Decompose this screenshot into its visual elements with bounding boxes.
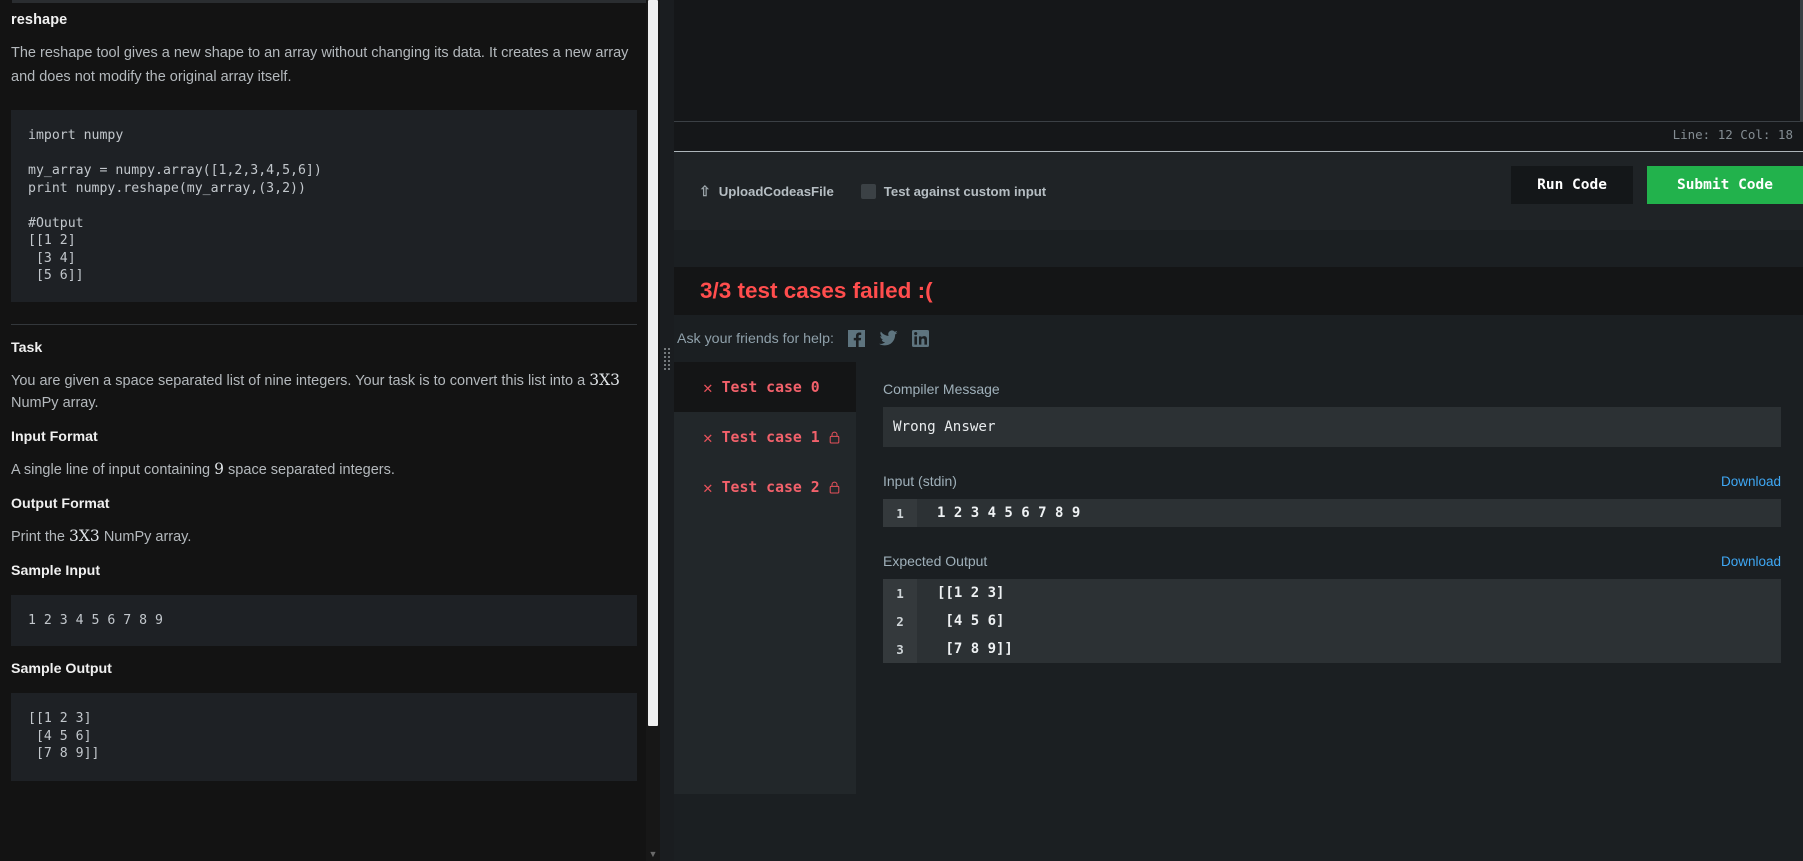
input-stdin-header: Input (stdin) Download: [883, 473, 1781, 489]
problem-description: The reshape tool gives a new shape to an…: [11, 45, 629, 85]
test-case-0[interactable]: ✕ Test case 0: [674, 362, 856, 412]
sample-output-heading: Sample Output: [11, 661, 112, 677]
scrollbar-thumb[interactable]: [648, 0, 658, 726]
code-line: 1 1 2 3 4 5 6 7 8 9: [883, 499, 1781, 527]
scroll-down-arrow-icon[interactable]: ▼: [646, 847, 660, 861]
task-dimension: 3X3: [589, 370, 620, 389]
test-case-label: Test case 1: [721, 428, 820, 446]
run-code-button[interactable]: Run Code: [1511, 166, 1633, 204]
output-format-b: NumPy array.: [99, 528, 192, 545]
line-content: [7 8 9]]: [937, 641, 1013, 657]
social-icons: [847, 330, 929, 347]
line-content: [[1 2 3]: [937, 585, 1005, 601]
line-content: [4 5 6]: [937, 613, 1005, 629]
sample-input-heading: Sample Input: [11, 562, 101, 579]
problem-statement-pane: reshape The reshape tool gives a new sha…: [0, 0, 660, 861]
toolbar-right-group: Run Code Submit Code: [1511, 166, 1803, 204]
test-result-banner: 3/3 test cases failed :(: [674, 267, 1803, 315]
task-text: You are given a space separated list of …: [11, 369, 649, 414]
output-format-heading: Output Format: [11, 495, 110, 512]
cursor-status-bar: Line: 12 Col: 18: [674, 122, 1803, 152]
section-divider: [11, 323, 637, 325]
checkbox-icon[interactable]: [860, 183, 876, 199]
linkedin-icon[interactable]: [911, 330, 929, 347]
task-text-b: NumPy array.: [11, 394, 99, 411]
compiler-message-header: Compiler Message: [883, 381, 1781, 397]
input-format-text: A single line of input containing 9 spac…: [11, 458, 649, 481]
test-case-detail: Compiler Message Wrong Answer Input (std…: [856, 362, 1803, 794]
expected-output-header: Expected Output Download: [883, 553, 1781, 569]
output-format-a: Print the: [11, 528, 70, 545]
share-label: Ask your friends for help:: [677, 330, 834, 347]
input-format-b: space separated integers.: [224, 461, 395, 478]
page-root: reshape The reshape tool gives a new sha…: [0, 0, 1803, 861]
code-line: 1 [[1 2 3]: [883, 579, 1781, 607]
fail-x-icon: ✕: [703, 427, 713, 447]
output-format-dimension: 3X3: [69, 526, 100, 545]
input-download-link[interactable]: Download: [1721, 474, 1781, 489]
cursor-position: Line: 12 Col: 18: [1672, 127, 1793, 142]
status-badge: 3/3 test cases failed :(: [700, 278, 933, 303]
editor-and-results-pane: Line: 12 Col: 18 ⇧ UploadCodeasFile Test…: [674, 0, 1803, 861]
twitter-icon[interactable]: [878, 330, 898, 347]
pane-splitter[interactable]: [660, 0, 674, 861]
problem-pane-scrollbar[interactable]: ▼: [646, 0, 660, 861]
upload-icon: ⇧: [699, 182, 711, 199]
example-code-block: import numpy my_array = numpy.array([1,2…: [11, 110, 637, 302]
input-format-heading: Input Format: [11, 428, 98, 445]
line-number: 2: [883, 607, 917, 635]
fail-x-icon: ✕: [703, 477, 713, 497]
code-editor[interactable]: [674, 0, 1803, 122]
task-text-a: You are given a space separated list of …: [11, 372, 590, 389]
code-line: 3 [7 8 9]]: [883, 635, 1781, 663]
drag-handle-icon[interactable]: [663, 347, 671, 371]
custom-input-label: Test against custom input: [883, 183, 1047, 199]
expected-output-box: 1 [[1 2 3] 2 [4 5 6] 3 [7 8 9]]: [883, 579, 1781, 663]
toolbar-left-group: ⇧ UploadCodeasFile Test against custom i…: [674, 183, 1046, 200]
test-case-label: Test case 2: [721, 478, 820, 496]
test-case-list: ✕ Test case 0 ✕ Test case 1 ✕ Test case …: [674, 362, 856, 794]
line-number: 1: [883, 579, 917, 607]
output-format-text: Print the 3X3 NumPy array.: [11, 525, 649, 548]
toolbar-results-gap: [674, 230, 1803, 267]
compiler-message-value: Wrong Answer: [883, 407, 1781, 447]
results-section: ✕ Test case 0 ✕ Test case 1 ✕ Test case …: [674, 362, 1803, 794]
line-number: 3: [883, 635, 917, 663]
submit-code-button[interactable]: Submit Code: [1646, 166, 1803, 204]
task-heading: Task: [11, 339, 43, 356]
input-format-a: A single line of input containing: [11, 461, 215, 478]
fail-x-icon: ✕: [703, 377, 713, 397]
compiler-message-label: Compiler Message: [883, 381, 1000, 397]
facebook-icon[interactable]: [847, 330, 865, 347]
line-number: 1: [883, 499, 917, 527]
code-line: 2 [4 5 6]: [883, 607, 1781, 635]
test-case-label: Test case 0: [721, 378, 820, 396]
input-stdin-label: Input (stdin): [883, 473, 957, 489]
expected-download-link[interactable]: Download: [1721, 554, 1781, 569]
lock-icon: [829, 431, 839, 443]
input-format-count: 9: [214, 459, 225, 478]
upload-code-label: UploadCodeasFile: [718, 183, 834, 199]
editor-toolbar: ⇧ UploadCodeasFile Test against custom i…: [674, 152, 1803, 230]
page-title: reshape: [11, 12, 68, 28]
share-row: Ask your friends for help:: [674, 315, 1803, 362]
lock-icon: [829, 481, 839, 493]
test-case-1[interactable]: ✕ Test case 1: [674, 412, 856, 462]
sample-output-block: [[1 2 3] [4 5 6] [7 8 9]]: [11, 693, 637, 781]
upload-code-button[interactable]: ⇧ UploadCodeasFile: [699, 183, 834, 200]
expected-output-label: Expected Output: [883, 553, 988, 569]
input-stdin-box: 1 1 2 3 4 5 6 7 8 9: [883, 499, 1781, 527]
test-case-2[interactable]: ✕ Test case 2: [674, 462, 856, 512]
sample-input-block: 1 2 3 4 5 6 7 8 9: [11, 594, 637, 646]
top-divider: [11, 0, 649, 3]
line-content: 1 2 3 4 5 6 7 8 9: [937, 505, 1081, 521]
custom-input-toggle[interactable]: Test against custom input: [860, 183, 1047, 199]
